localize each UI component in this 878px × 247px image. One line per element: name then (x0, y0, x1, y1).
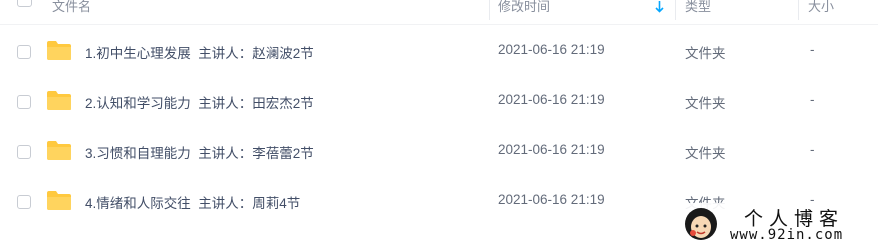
row-checkbox[interactable] (17, 95, 31, 109)
column-divider[interactable] (798, 0, 799, 20)
file-type: 文件夹 (685, 46, 726, 61)
modified-time: 2021-06-16 21:19 (498, 142, 605, 157)
cartoon-avatar-icon (685, 208, 717, 240)
file-row[interactable]: 3.习惯和自理能力 主讲人：李蓓蕾2节 2021-06-16 21:19 文件夹 - (0, 126, 878, 176)
folder-icon[interactable] (46, 190, 72, 211)
file-name[interactable]: 4.情绪和人际交往 主讲人：周莉4节 (85, 192, 300, 212)
file-size: - (810, 42, 815, 57)
modified-time: 2021-06-16 21:19 (498, 42, 605, 57)
folder-icon[interactable] (46, 140, 72, 161)
file-type: 文件夹 (685, 146, 726, 161)
file-size: - (810, 142, 815, 157)
modified-time: 2021-06-16 21:19 (498, 92, 605, 107)
watermark-url: www.92in.com (730, 227, 844, 243)
file-list-header: 文件名 修改时间 类型 大小 (0, 0, 878, 25)
file-row[interactable]: 1.初中生心理发展 主讲人：赵澜波2节 2021-06-16 21:19 文件夹 - (0, 26, 878, 76)
file-row[interactable]: 2.认知和学习能力 主讲人：田宏杰2节 2021-06-16 21:19 文件夹 - (0, 76, 878, 126)
column-header-modified-time[interactable]: 修改时间 (498, 0, 550, 20)
blog-watermark: 个人博客 www.92in.com (680, 203, 878, 247)
file-name[interactable]: 3.习惯和自理能力 主讲人：李蓓蕾2节 (85, 142, 314, 162)
modified-time: 2021-06-16 21:19 (498, 192, 605, 207)
folder-icon[interactable] (46, 90, 72, 111)
column-header-name[interactable]: 文件名 (52, 0, 91, 20)
column-header-size[interactable]: 大小 (808, 0, 834, 20)
folder-icon[interactable] (46, 40, 72, 61)
file-name[interactable]: 2.认知和学习能力 主讲人：田宏杰2节 (85, 92, 314, 112)
row-checkbox[interactable] (17, 195, 31, 209)
column-header-type[interactable]: 类型 (685, 0, 711, 20)
file-type: 文件夹 (685, 96, 726, 111)
arrow-down-icon[interactable] (655, 1, 664, 13)
select-all-checkbox[interactable] (17, 0, 32, 7)
file-size: - (810, 92, 815, 107)
column-divider[interactable] (675, 0, 676, 20)
file-name[interactable]: 1.初中生心理发展 主讲人：赵澜波2节 (85, 42, 314, 62)
row-checkbox[interactable] (17, 45, 31, 59)
column-divider[interactable] (489, 0, 490, 20)
row-checkbox[interactable] (17, 145, 31, 159)
